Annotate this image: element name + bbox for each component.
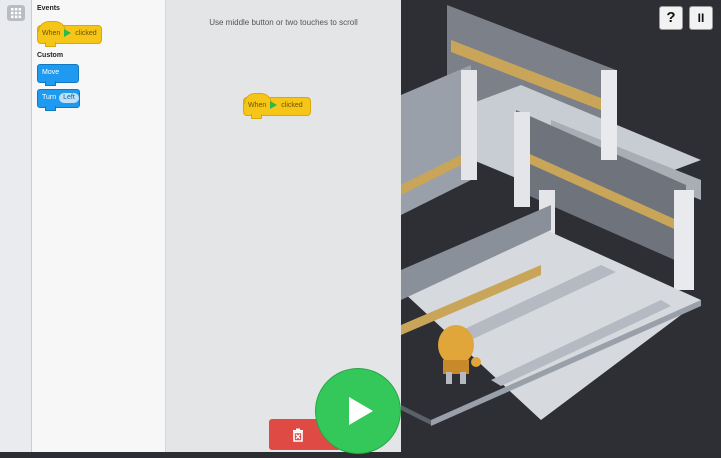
run-program-button[interactable] xyxy=(316,369,400,453)
clicked-label: clicked xyxy=(75,30,97,37)
turn-direction-dropdown[interactable]: Left xyxy=(59,93,79,103)
grid-icon xyxy=(11,8,22,19)
flag-icon xyxy=(64,29,72,38)
play-icon xyxy=(349,397,373,425)
left-toolbar xyxy=(0,0,32,452)
palette-when-clicked-block[interactable]: When clicked xyxy=(37,21,102,47)
game-scene: ? II xyxy=(381,0,721,452)
scroll-hint: Use middle button or two touches to scro… xyxy=(209,18,358,27)
move-label: Move xyxy=(42,69,60,76)
trash-icon xyxy=(293,428,303,442)
clicked-label: clicked xyxy=(281,102,303,109)
flag-icon xyxy=(270,101,278,110)
block-palette: Events When clicked Custom Move Turn Left xyxy=(32,0,166,452)
grid-menu-button[interactable] xyxy=(7,5,25,21)
workspace-when-clicked-block[interactable]: When clicked xyxy=(243,93,311,119)
scene-illustration xyxy=(381,5,701,426)
pause-button[interactable]: II xyxy=(689,6,713,30)
when-label: When xyxy=(248,102,267,109)
pause-icon: II xyxy=(697,11,705,25)
turn-label: Turn xyxy=(42,94,57,101)
help-button[interactable]: ? xyxy=(659,6,683,30)
palette-turn-block[interactable]: Turn Left xyxy=(37,89,80,111)
help-icon: ? xyxy=(666,9,676,26)
when-label: When xyxy=(42,30,61,37)
palette-move-block[interactable]: Move xyxy=(37,64,79,86)
custom-category-title: Custom xyxy=(37,52,64,59)
events-category-title: Events xyxy=(37,5,60,12)
